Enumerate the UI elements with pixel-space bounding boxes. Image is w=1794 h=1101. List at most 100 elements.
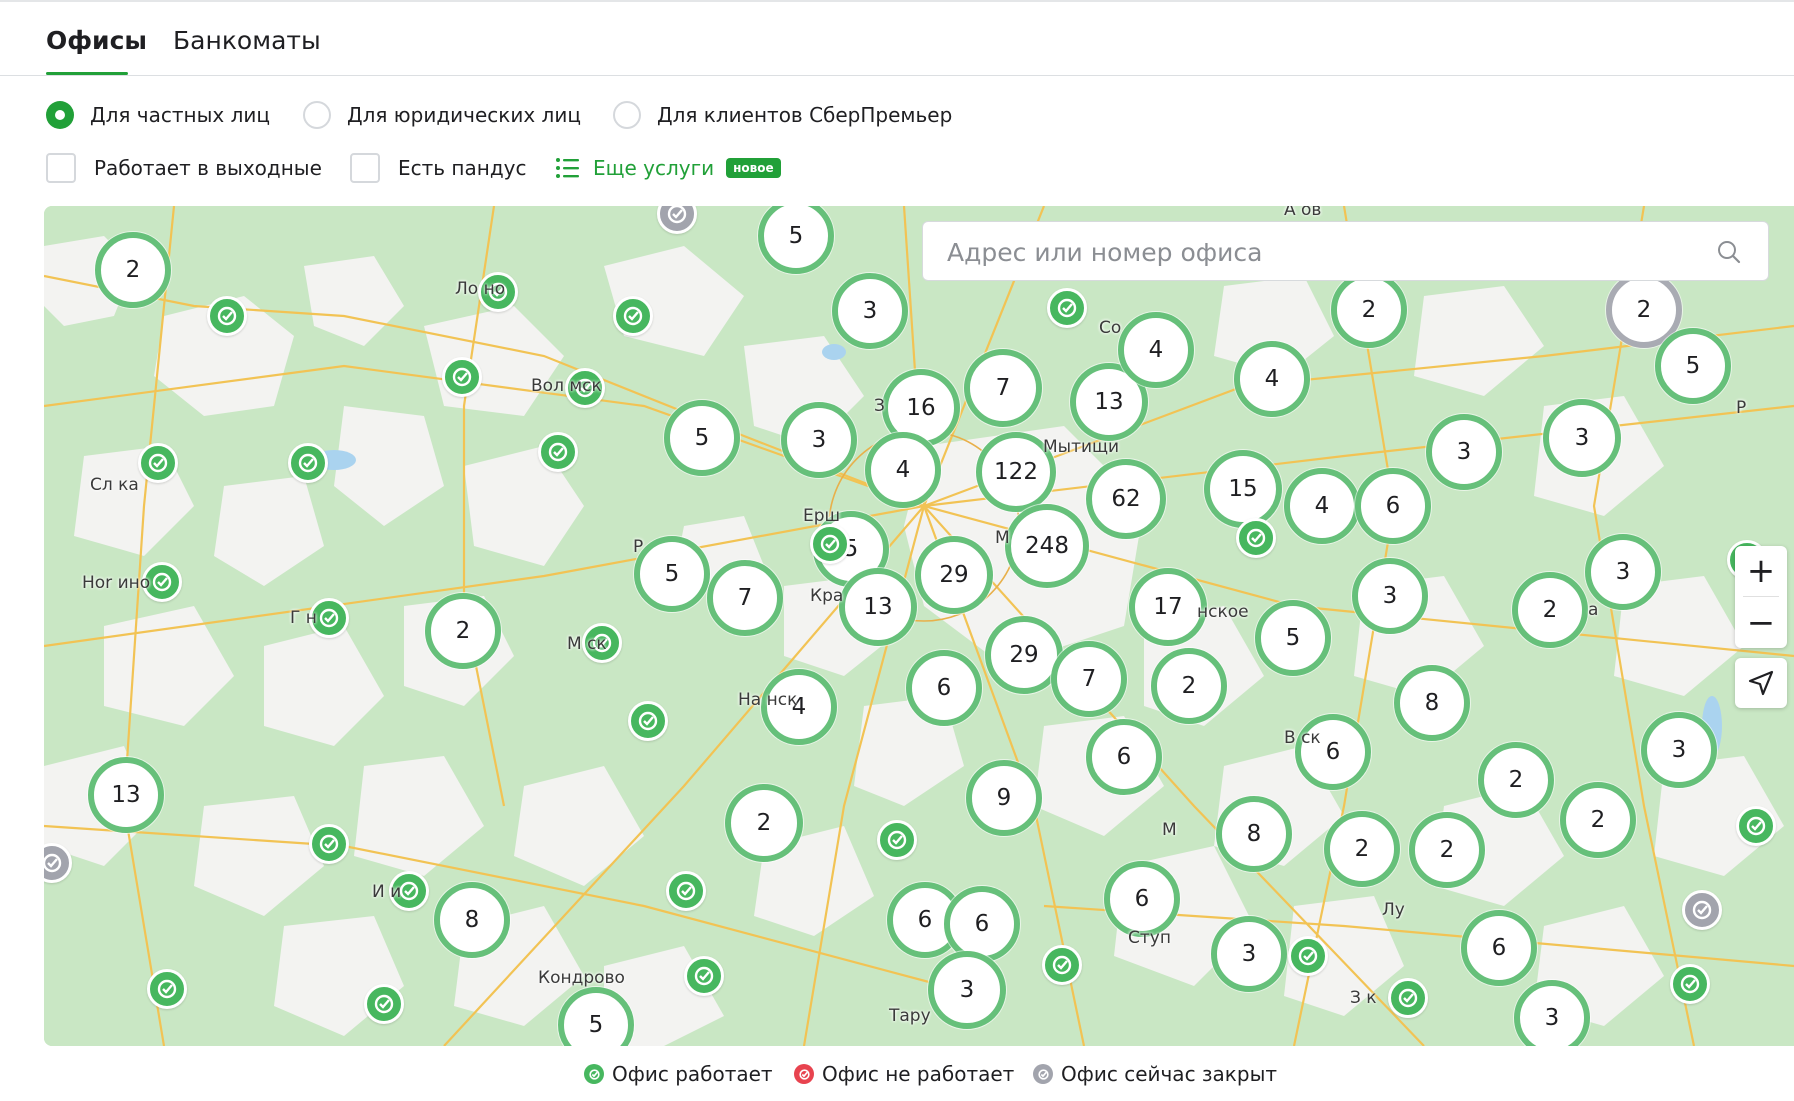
tab-atms[interactable]: Банкоматы xyxy=(173,26,321,56)
office-pin[interactable] xyxy=(1288,936,1328,976)
office-cluster[interactable]: 29 xyxy=(915,536,993,614)
filter-checkboxes: Работает в выходные Есть пандус Еще услу… xyxy=(0,150,1794,186)
office-pin-closed[interactable] xyxy=(1682,890,1722,930)
office-pin[interactable] xyxy=(877,820,917,860)
zoom-in-button[interactable]: + xyxy=(1735,546,1787,596)
office-cluster[interactable]: 3 xyxy=(928,951,1006,1029)
office-cluster[interactable]: 3 xyxy=(1585,534,1661,610)
office-cluster[interactable]: 15 xyxy=(1204,450,1282,528)
office-pin[interactable] xyxy=(364,984,404,1024)
town-label: Ерш xyxy=(803,506,841,526)
office-cluster[interactable]: 4 xyxy=(1234,341,1310,417)
office-pin-closed[interactable] xyxy=(657,206,697,234)
office-check-icon xyxy=(667,206,687,224)
office-cluster[interactable]: 6 xyxy=(1295,714,1371,790)
office-pin[interactable] xyxy=(1388,978,1428,1018)
office-cluster[interactable]: 4 xyxy=(1284,468,1360,544)
office-cluster[interactable]: 3 xyxy=(1211,916,1287,992)
office-pin[interactable] xyxy=(538,432,578,472)
office-cluster[interactable]: 6 xyxy=(944,886,1020,962)
office-pin[interactable] xyxy=(309,824,349,864)
office-cluster[interactable]: 2 xyxy=(425,593,501,669)
office-pin[interactable] xyxy=(207,296,247,336)
office-pin[interactable] xyxy=(138,443,178,483)
radio-legal-entities[interactable]: Для юридических лиц xyxy=(303,97,581,133)
checkbox-weekends[interactable]: Работает в выходные xyxy=(46,150,322,186)
office-cluster[interactable]: 2 xyxy=(1151,648,1227,724)
office-cluster[interactable]: 13 xyxy=(88,757,164,833)
office-cluster[interactable]: 5 xyxy=(558,987,634,1046)
office-cluster[interactable]: 3 xyxy=(1352,558,1428,634)
office-cluster[interactable]: 5 xyxy=(634,536,710,612)
office-pin[interactable] xyxy=(1670,964,1710,1004)
office-cluster[interactable]: 6 xyxy=(1086,719,1162,795)
search-icon[interactable] xyxy=(1716,239,1742,265)
more-services-button[interactable]: Еще услуги новое xyxy=(555,150,781,186)
office-cluster[interactable]: 8 xyxy=(434,882,510,958)
locate-me-button[interactable] xyxy=(1735,658,1787,708)
office-check-icon xyxy=(548,442,568,462)
office-cluster[interactable]: 6 xyxy=(1104,861,1180,937)
radio-sberpremier[interactable]: Для клиентов СберПремьер xyxy=(613,97,952,133)
map-view[interactable]: 2 5 3 16 7 13 4 4 2 2 5 5 3 4 122 62 15 … xyxy=(44,206,1794,1046)
office-cluster[interactable]: 6 xyxy=(1461,910,1537,986)
office-pin[interactable] xyxy=(1236,518,1276,558)
office-pin[interactable] xyxy=(684,956,724,996)
search-input[interactable] xyxy=(945,234,1709,270)
town-label: нское xyxy=(1197,602,1249,622)
office-pin-closed[interactable] xyxy=(44,843,72,883)
radio-individuals[interactable]: Для частных лиц xyxy=(46,97,270,133)
office-pin[interactable] xyxy=(147,969,187,1009)
office-cluster[interactable]: 2 xyxy=(1324,811,1400,887)
office-cluster[interactable]: 9 xyxy=(966,760,1042,836)
office-cluster[interactable]: 2 xyxy=(1560,782,1636,858)
zoom-divider xyxy=(1743,596,1779,597)
office-cluster[interactable]: 5 xyxy=(758,206,834,274)
office-pin[interactable] xyxy=(288,443,328,483)
office-pin[interactable] xyxy=(1042,945,1082,985)
office-pin[interactable] xyxy=(1736,806,1776,846)
office-cluster[interactable]: 8 xyxy=(1394,665,1470,741)
office-pin[interactable] xyxy=(628,701,668,741)
office-check-icon xyxy=(638,711,658,731)
office-cluster[interactable]: 2 xyxy=(1331,272,1407,348)
office-cluster[interactable]: 62 xyxy=(1086,459,1166,539)
office-pin[interactable] xyxy=(442,357,482,397)
office-pin[interactable] xyxy=(666,871,706,911)
office-cluster[interactable]: 4 xyxy=(865,432,941,508)
office-cluster[interactable]: 3 xyxy=(1543,399,1621,477)
office-check-icon xyxy=(44,853,62,873)
zoom-out-button[interactable]: − xyxy=(1735,598,1787,648)
status-not-working-icon xyxy=(794,1064,814,1084)
office-cluster[interactable]: 5 xyxy=(1655,328,1731,404)
office-pin[interactable] xyxy=(810,524,850,564)
office-cluster[interactable]: 2 xyxy=(725,784,803,862)
office-cluster[interactable]: 4 xyxy=(1118,312,1194,388)
office-pin[interactable] xyxy=(1047,288,1087,328)
office-cluster[interactable]: 8 xyxy=(1216,796,1292,872)
town-label: На нск xyxy=(738,690,798,710)
office-pin[interactable] xyxy=(613,296,653,336)
office-cluster[interactable]: 2 xyxy=(1478,742,1554,818)
office-cluster[interactable]: 248 xyxy=(1005,504,1089,588)
checkbox-ramp[interactable]: Есть пандус xyxy=(350,150,527,186)
office-cluster[interactable]: 3 xyxy=(832,273,908,349)
office-cluster[interactable]: 7 xyxy=(964,349,1042,427)
office-cluster[interactable]: 5 xyxy=(664,400,740,476)
office-cluster[interactable]: 3 xyxy=(1641,712,1717,788)
office-cluster[interactable]: 2 xyxy=(1409,812,1485,888)
office-cluster[interactable]: 6 xyxy=(1355,468,1431,544)
office-cluster[interactable]: 2 xyxy=(1512,572,1588,648)
office-cluster[interactable]: 13 xyxy=(839,568,917,646)
office-cluster[interactable]: 17 xyxy=(1129,568,1207,646)
office-cluster[interactable]: 3 xyxy=(1426,414,1502,490)
tab-offices[interactable]: Офисы xyxy=(46,26,147,56)
office-cluster[interactable]: 3 xyxy=(781,402,857,478)
office-cluster[interactable]: 7 xyxy=(707,560,783,636)
office-cluster[interactable]: 6 xyxy=(906,650,982,726)
office-cluster[interactable]: 5 xyxy=(1255,600,1331,676)
office-cluster[interactable]: 7 xyxy=(1051,641,1127,717)
office-cluster[interactable]: 2 xyxy=(95,232,171,308)
office-cluster[interactable]: 3 xyxy=(1514,980,1590,1046)
legend-label: Офис сейчас закрыт xyxy=(1061,1062,1278,1086)
